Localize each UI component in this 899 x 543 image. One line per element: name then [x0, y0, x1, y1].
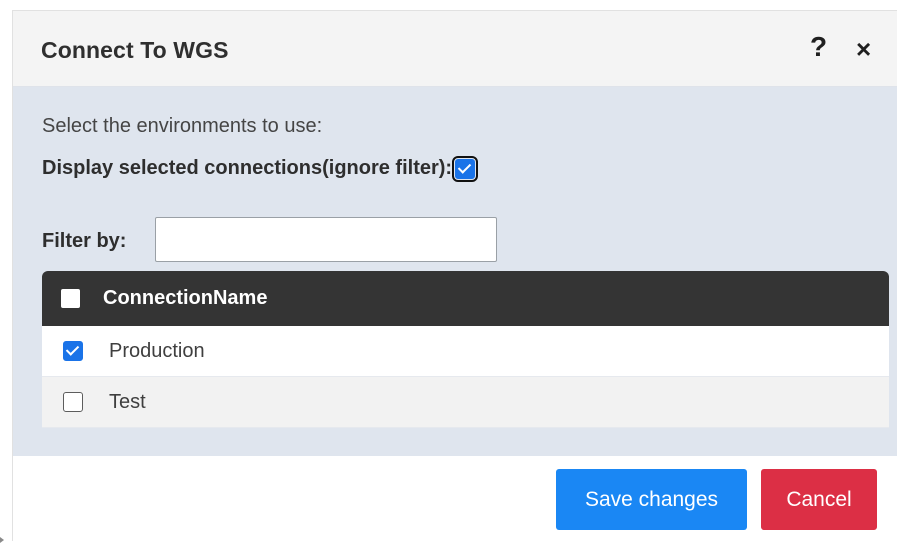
cancel-button[interactable]: Cancel [761, 469, 877, 530]
select-all-checkbox[interactable] [61, 289, 80, 308]
row-connection-name: Test [109, 390, 146, 413]
resize-corner-icon [0, 537, 4, 543]
save-changes-button[interactable]: Save changes [556, 469, 747, 530]
dialog-body: Select the environments to use: Display … [13, 87, 897, 456]
dialog-footer: Save changes Cancel [13, 456, 897, 542]
dialog-title: Connect To WGS [41, 37, 229, 63]
connect-dialog: Connect To WGS ? × Select the environmen… [12, 10, 897, 542]
filter-label: Filter by: [42, 230, 127, 252]
display-selected-row: Display selected connections(ignore filt… [42, 155, 479, 182]
column-header-connection-name[interactable]: ConnectionName [103, 287, 267, 310]
display-selected-checkbox[interactable] [452, 155, 479, 182]
help-icon[interactable]: ? [810, 31, 827, 63]
row-connection-name: Production [109, 339, 205, 362]
row-checkbox[interactable] [63, 341, 83, 361]
close-icon[interactable]: × [856, 34, 871, 65]
table-row[interactable]: Test [42, 377, 889, 428]
row-checkbox[interactable] [63, 392, 83, 412]
filter-input[interactable] [155, 217, 497, 262]
connections-grid: ConnectionName Production Test [42, 271, 889, 428]
table-row[interactable]: Production [42, 326, 889, 377]
grid-header: ConnectionName [42, 271, 889, 326]
intro-text: Select the environments to use: [42, 115, 323, 137]
display-selected-label: Display selected connections(ignore filt… [42, 157, 453, 179]
dialog-header: Connect To WGS ? × [13, 11, 897, 87]
